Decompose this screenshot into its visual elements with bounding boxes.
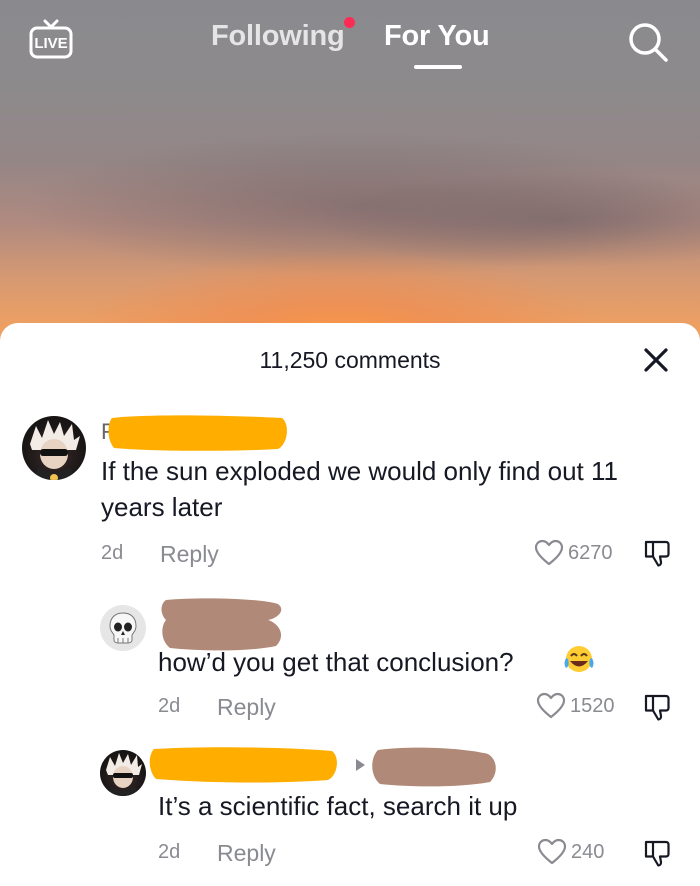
comment-text: It’s a scientific fact, search it up xyxy=(158,791,518,821)
close-icon[interactable] xyxy=(640,344,672,376)
comments-count: 11,250 comments xyxy=(259,347,441,373)
avatar[interactable] xyxy=(22,416,86,480)
redacted-author-name xyxy=(149,747,337,783)
avatar[interactable] xyxy=(100,605,146,651)
heart-icon[interactable] xyxy=(536,692,566,720)
dislike-icon[interactable] xyxy=(642,538,672,568)
avatar[interactable] xyxy=(100,750,146,796)
top-navigation: LIVE Following For You xyxy=(0,0,700,80)
redacted-author-name xyxy=(108,415,287,451)
reply-button[interactable]: Reply xyxy=(217,840,276,867)
comment-text: how’d you get that conclusion? xyxy=(158,647,514,677)
reply-button[interactable]: Reply xyxy=(160,541,219,568)
live-icon[interactable]: LIVE xyxy=(28,18,74,60)
dislike-icon[interactable] xyxy=(642,838,672,868)
heart-icon[interactable] xyxy=(534,539,564,567)
reply-arrow-icon xyxy=(356,759,365,771)
like-count: 1520 xyxy=(570,695,615,717)
like-count: 6270 xyxy=(568,542,613,564)
comment-time: 2d xyxy=(158,841,181,863)
comment-text: If the sun exploded we would only find o… xyxy=(101,456,618,522)
dislike-icon[interactable] xyxy=(642,692,672,722)
search-icon[interactable] xyxy=(626,20,670,64)
tab-for-you[interactable]: For You xyxy=(384,20,490,53)
tab-following[interactable]: Following xyxy=(211,20,345,53)
notification-dot xyxy=(344,17,355,28)
face-with-tears-of-joy-icon xyxy=(564,646,594,672)
reply-button[interactable]: Reply xyxy=(217,694,276,721)
like-count: 240 xyxy=(571,841,605,863)
heart-icon[interactable] xyxy=(537,838,567,866)
comment-time: 2d xyxy=(101,542,124,564)
live-label: LIVE xyxy=(34,35,67,52)
comment-time: 2d xyxy=(158,695,181,717)
redacted-reply-to-name xyxy=(372,747,496,787)
active-tab-indicator xyxy=(414,65,462,69)
